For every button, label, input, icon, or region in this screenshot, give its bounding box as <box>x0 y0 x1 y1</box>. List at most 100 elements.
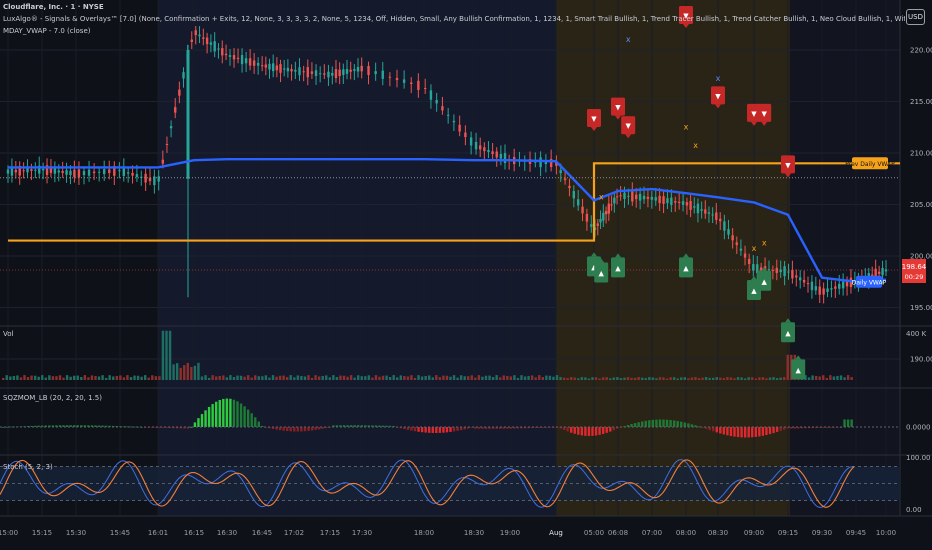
time-tick-label: 06:08 <box>608 529 628 537</box>
time-tick-label: 15:45 <box>110 529 130 537</box>
volume-bar <box>225 377 229 380</box>
candle-body <box>135 174 139 178</box>
volume-bar <box>417 375 420 380</box>
volume-bar <box>775 378 779 380</box>
luxalgo-indicator-legend[interactable]: LuxAlgo® - Signals & Overlays™ [7.0] (No… <box>3 15 905 23</box>
momentum-bar <box>417 427 420 432</box>
candle-body <box>217 48 220 50</box>
candle-body <box>302 71 305 73</box>
candle-body <box>126 172 130 174</box>
candle-body <box>178 89 181 96</box>
momentum-pane-label[interactable]: SQZMOM_LB (20, 2, 20, 1.5) <box>3 394 102 402</box>
candle-body <box>213 41 216 52</box>
time-tick-label: 09:15 <box>778 529 798 537</box>
volume-bar <box>286 377 289 380</box>
volume-bar <box>435 375 438 380</box>
volume-bar <box>246 375 250 380</box>
volume-bar <box>104 377 108 380</box>
volume-bar <box>328 377 331 380</box>
volume-bar <box>605 377 608 380</box>
candle-body <box>306 67 309 78</box>
volume-bar <box>406 376 410 380</box>
candle-body <box>395 77 399 81</box>
volume-bar <box>846 375 850 380</box>
volume-bar <box>300 375 303 380</box>
momentum-bar <box>438 427 442 433</box>
volume-bar <box>83 375 87 380</box>
volume-bar <box>697 378 701 380</box>
momentum-bar <box>456 427 459 431</box>
time-tick-label: 07:00 <box>642 529 662 537</box>
candle-body <box>802 279 806 283</box>
volume-bar <box>282 375 285 380</box>
currency-button[interactable]: USD <box>906 9 925 25</box>
candle-body <box>331 72 334 76</box>
momentum-bar <box>239 403 243 427</box>
momentum-bar <box>435 427 438 433</box>
volume-bar <box>58 375 62 380</box>
volume-bar <box>729 377 733 380</box>
volume-bar <box>129 377 133 380</box>
candle-body <box>69 170 72 176</box>
volume-bar <box>250 377 253 380</box>
candle-body <box>53 168 57 174</box>
candle-body <box>236 57 240 60</box>
volume-bar <box>534 377 537 380</box>
volume-bar <box>197 362 200 380</box>
candle-body <box>286 67 290 72</box>
momentum-bar <box>310 427 314 431</box>
volume-bar <box>175 363 179 380</box>
volume-bar <box>69 376 72 380</box>
candle-body <box>615 196 619 198</box>
momentum-bar <box>850 419 853 427</box>
volume-bar <box>410 375 413 380</box>
volume-bar <box>609 378 612 380</box>
chart-canvas[interactable]: ▼▼▼▼▼▼ ▼▼▲▲▲ ▲▲▲▲▲xxxxxxx Prev Daily VWAPD… <box>0 0 932 550</box>
momentum-bar <box>509 427 513 429</box>
volume-bar <box>236 375 239 380</box>
buy-signal-icon: ▲ <box>796 366 802 374</box>
volume-bar <box>41 375 44 380</box>
price-tick-label: 215.00 <box>910 98 932 106</box>
momentum-bar <box>761 427 765 436</box>
sell-signal-icon: ▼ <box>751 110 757 118</box>
candle-body <box>202 37 205 39</box>
volume-bar <box>332 375 335 380</box>
momentum-bar <box>246 409 250 427</box>
vwap-indicator-legend[interactable]: MDAY_VWAP - 7.0 (close) <box>3 27 91 35</box>
candle-body <box>670 197 673 205</box>
volume-bar <box>506 375 509 380</box>
price-tick-label: 195.00 <box>910 304 932 312</box>
momentum-bar <box>729 427 733 437</box>
volume-pane-label[interactable]: Vol <box>3 330 13 338</box>
volume-bar <box>680 377 683 380</box>
buy-signal-icon: ▲ <box>785 329 791 337</box>
volume-bar <box>317 376 321 380</box>
volume-bar <box>687 378 690 380</box>
volume-bar <box>822 375 825 380</box>
volume-bar <box>360 376 363 380</box>
momentum-bar <box>772 427 775 434</box>
volume-bar <box>783 377 786 380</box>
time-tick-label: 17:30 <box>352 529 372 537</box>
volume-bar <box>97 376 101 380</box>
volume-bar <box>26 377 30 380</box>
volume-bar <box>204 375 207 380</box>
exit-x-marker: x <box>693 141 698 150</box>
momentum-bar <box>300 427 303 432</box>
candle-body <box>345 69 349 74</box>
volume-bar <box>601 377 605 380</box>
volume-bar <box>16 375 19 380</box>
volume-bar <box>190 366 193 380</box>
momentum-bar <box>197 418 200 427</box>
volume-bar <box>843 377 846 380</box>
candle-body <box>814 286 818 291</box>
price-tick-label: 190.00 <box>910 356 932 364</box>
volume-bar <box>346 376 349 380</box>
candle-body <box>604 211 608 215</box>
candle-body <box>103 169 106 175</box>
candle-body <box>30 169 33 171</box>
stoch-pane-label[interactable]: Stoch (5, 2, 3) <box>3 463 53 471</box>
candle-body <box>323 73 326 75</box>
volume-bar <box>73 375 76 380</box>
